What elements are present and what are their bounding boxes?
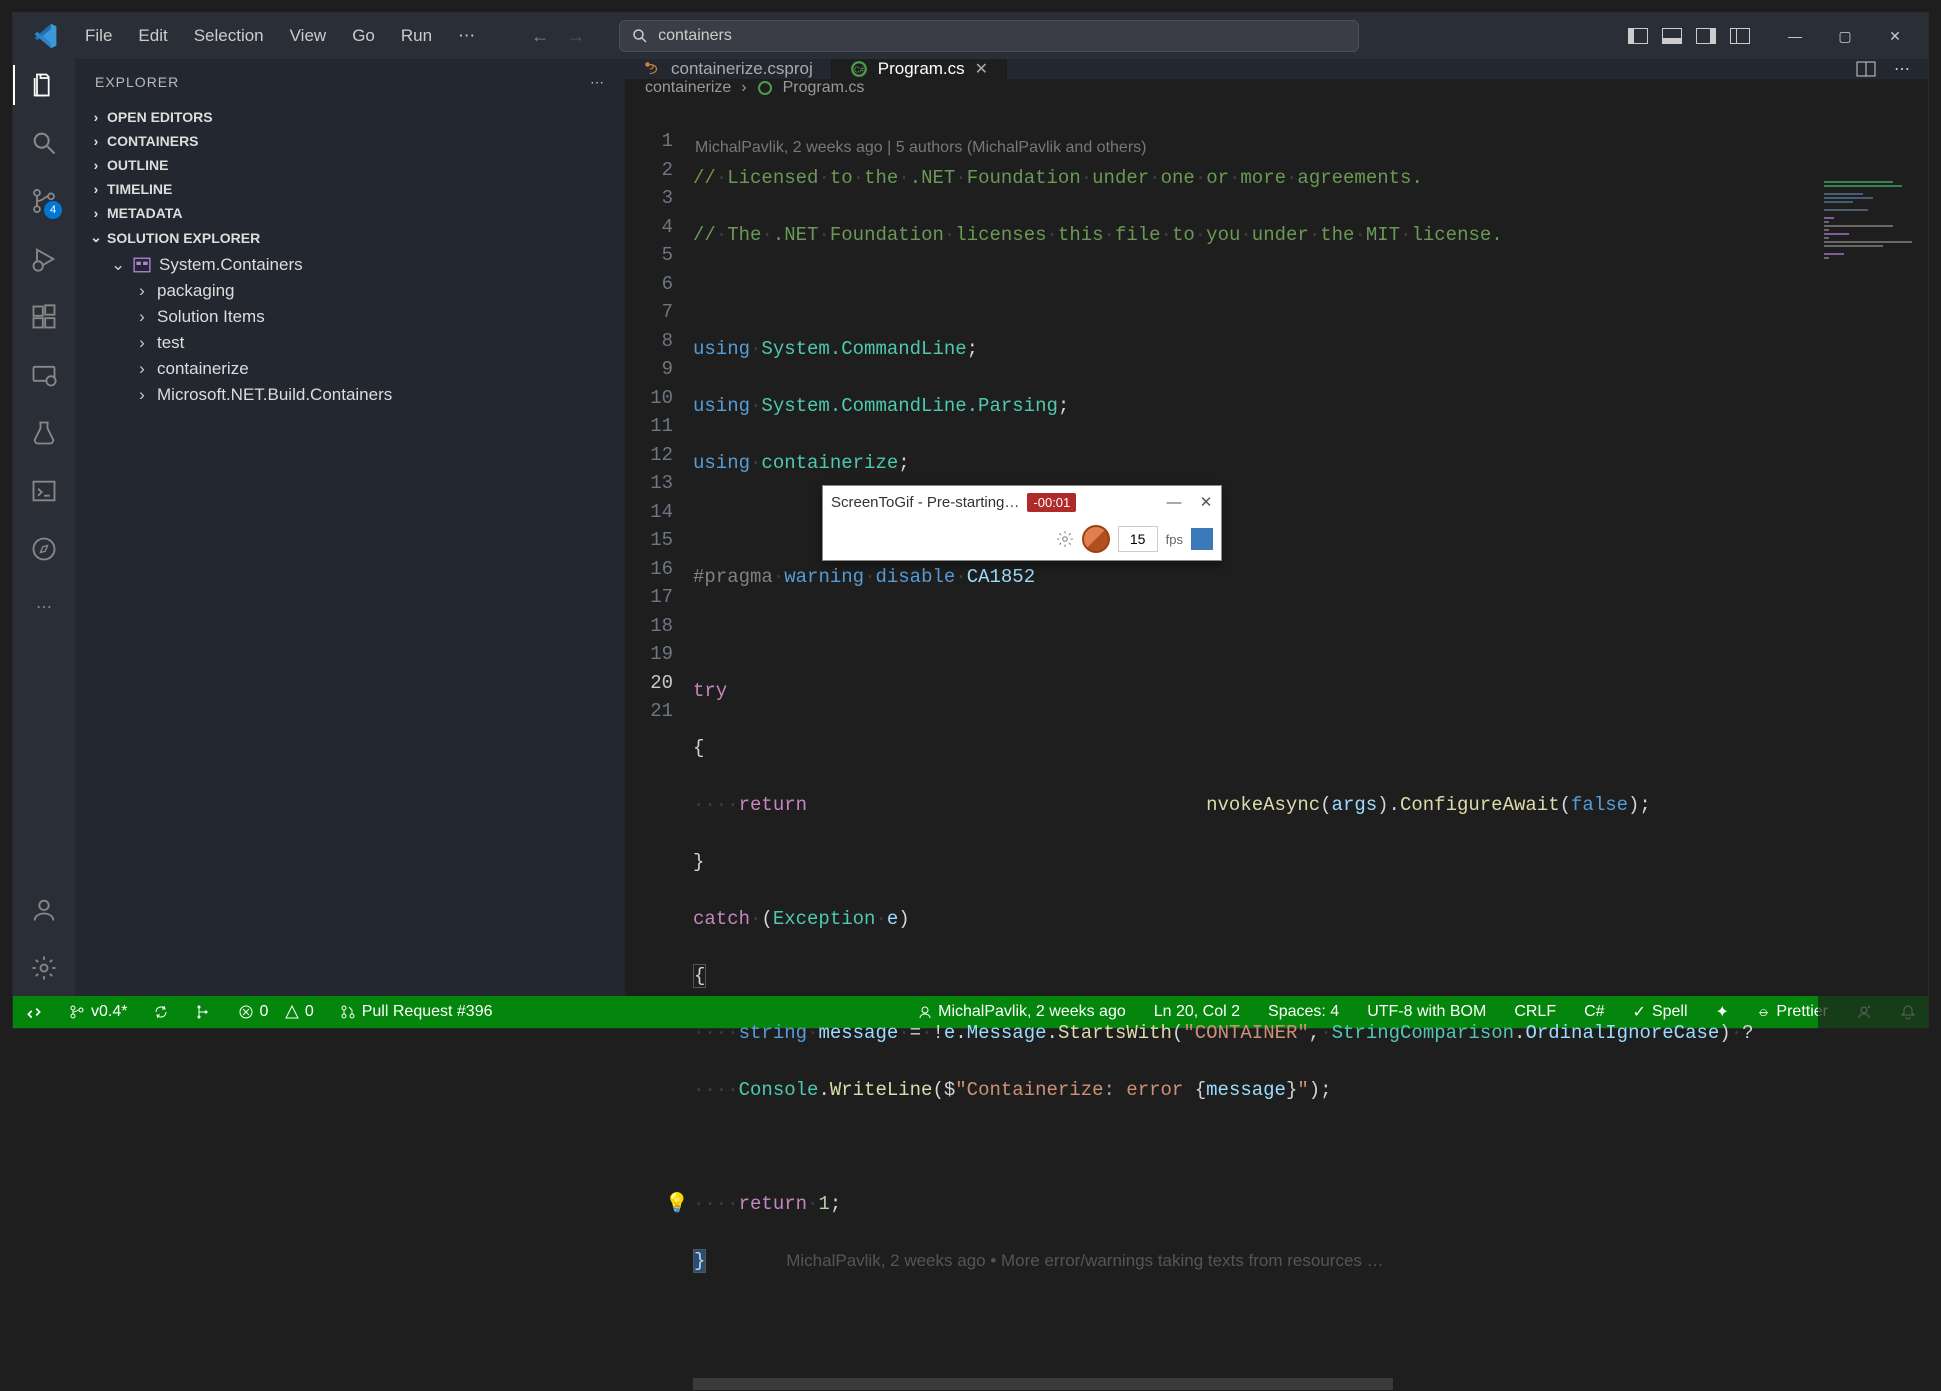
activity-extensions-icon[interactable] <box>28 301 60 333</box>
tree-item[interactable]: ›containerize <box>127 356 625 382</box>
title-bar: File Edit Selection View Go Run ⋯ ← → co… <box>13 13 1928 59</box>
screentogif-window[interactable]: ScreenToGif - Pre-starting… -00:01 ― ✕ f… <box>822 485 1222 561</box>
overlay-color-swatch[interactable] <box>1191 528 1213 550</box>
vscode-logo-icon <box>31 22 59 50</box>
tab-containerize-csproj[interactable]: containerize.csproj <box>625 59 832 79</box>
main-menu: File Edit Selection View Go Run ⋯ <box>73 20 487 52</box>
menu-selection[interactable]: Selection <box>182 20 276 52</box>
search-value: containers <box>658 27 732 45</box>
activity-accounts-icon[interactable] <box>28 894 60 926</box>
menu-file[interactable]: File <box>73 20 124 52</box>
overlay-minimize-button[interactable]: ― <box>1163 491 1185 513</box>
tab-close-icon[interactable]: ✕ <box>975 59 988 79</box>
tree-item[interactable]: ›packaging <box>127 278 625 304</box>
overlay-fps-input[interactable] <box>1118 526 1158 552</box>
menu-view[interactable]: View <box>278 20 339 52</box>
menu-edit[interactable]: Edit <box>126 20 179 52</box>
tree-item[interactable]: ›test <box>127 330 625 356</box>
status-graph[interactable] <box>191 1004 217 1020</box>
overlay-timer: -00:01 <box>1027 493 1076 512</box>
activity-search-icon[interactable] <box>28 127 60 159</box>
activity-compass-icon[interactable] <box>28 533 60 565</box>
overlay-title: ScreenToGif - Pre-starting… <box>831 494 1019 511</box>
tree-item[interactable]: ›Microsoft.NET.Build.Containers <box>127 382 625 408</box>
editor-body[interactable]: 1 2 3 4 5 6 7 8 9 10 11 12 13 14 15 16 1 <box>625 97 1928 1390</box>
explorer-title: EXPLORER <box>95 74 179 90</box>
remote-indicator[interactable] <box>21 1003 47 1021</box>
toggle-secondary-sidebar-icon[interactable] <box>1696 28 1716 44</box>
solution-root[interactable]: ⌄ System.Containers <box>103 252 625 278</box>
code-content[interactable]: MichalPavlik, 2 weeks ago | 5 authors (M… <box>693 97 1928 1390</box>
toggle-primary-sidebar-icon[interactable] <box>1628 28 1648 44</box>
menu-run[interactable]: Run <box>389 20 444 52</box>
activity-scm-icon[interactable]: 4 <box>28 185 60 217</box>
horizontal-scrollbar[interactable] <box>693 1378 1818 1390</box>
overlay-close-button[interactable]: ✕ <box>1195 491 1217 513</box>
svg-text:C#: C# <box>854 65 865 74</box>
command-center[interactable]: containers <box>619 20 1359 52</box>
section-metadata[interactable]: ›METADATA <box>75 201 625 225</box>
window-maximize-button[interactable]: ▢ <box>1820 13 1870 59</box>
minimap[interactable] <box>1818 175 1928 1390</box>
breadcrumb[interactable]: containerize› Program.cs <box>625 79 1928 97</box>
nav-arrows: ← → <box>531 26 585 47</box>
menu-overflow[interactable]: ⋯ <box>446 20 487 52</box>
activity-overflow-icon[interactable]: ⋯ <box>28 591 60 623</box>
activity-settings-icon[interactable] <box>28 952 60 984</box>
status-branch[interactable]: v0.4* <box>65 1003 131 1021</box>
explorer-more-icon[interactable]: ⋯ <box>590 74 605 91</box>
codelens[interactable]: MichalPavlik, 2 weeks ago | 5 authors (M… <box>693 134 1928 163</box>
nav-back-icon[interactable]: ← <box>531 26 549 47</box>
overlay-fps-label: fps <box>1166 532 1183 547</box>
inline-blame: MichalPavlik, 2 weeks ago • More error/w… <box>786 1251 1383 1270</box>
solution-icon <box>133 256 151 274</box>
editor-tabs: containerize.csproj C# Program.cs ✕ ⋯ <box>625 59 1928 79</box>
activity-bar: 4 ⋯ <box>13 59 75 996</box>
section-outline[interactable]: ›OUTLINE <box>75 153 625 177</box>
tree-item[interactable]: ›Solution Items <box>127 304 625 330</box>
window-minimize-button[interactable]: ― <box>1770 13 1820 59</box>
status-problems[interactable]: 0 0 <box>235 1003 317 1021</box>
scm-badge: 4 <box>44 201 62 219</box>
activity-debug-icon[interactable] <box>28 243 60 275</box>
editor-more-icon[interactable]: ⋯ <box>1894 59 1910 79</box>
activity-explorer-icon[interactable] <box>28 69 60 101</box>
activity-remote-icon[interactable] <box>28 359 60 391</box>
overlay-settings-icon[interactable] <box>1056 530 1074 548</box>
explorer-sidebar: EXPLORER ⋯ ›OPEN EDITORS ›CONTAINERS ›OU… <box>75 59 625 996</box>
activity-testing-icon[interactable] <box>28 417 60 449</box>
status-pull-request[interactable]: Pull Request #396 <box>336 1003 497 1021</box>
lightbulb-icon[interactable]: 💡 <box>665 1190 689 1219</box>
search-icon <box>632 28 648 44</box>
editor-group: containerize.csproj C# Program.cs ✕ ⋯ co… <box>625 59 1928 996</box>
toggle-panel-icon[interactable] <box>1662 28 1682 44</box>
csharp-file-icon <box>757 80 773 96</box>
tab-program-cs[interactable]: C# Program.cs ✕ <box>832 59 1007 79</box>
section-timeline[interactable]: ›TIMELINE <box>75 177 625 201</box>
section-containers[interactable]: ›CONTAINERS <box>75 129 625 153</box>
split-editor-icon[interactable] <box>1856 60 1876 78</box>
section-open-editors[interactable]: ›OPEN EDITORS <box>75 105 625 129</box>
customize-layout-icon[interactable] <box>1730 28 1750 44</box>
csharp-file-icon: C# <box>850 60 868 78</box>
menu-go[interactable]: Go <box>340 20 387 52</box>
nav-forward-icon[interactable]: → <box>567 26 585 47</box>
status-sync[interactable] <box>149 1004 173 1020</box>
xml-file-icon <box>643 60 661 78</box>
overlay-record-button[interactable] <box>1082 525 1110 553</box>
layout-controls <box>1628 28 1750 44</box>
section-solution-explorer[interactable]: ⌄SOLUTION EXPLORER <box>75 225 625 250</box>
activity-terminal-icon[interactable] <box>28 475 60 507</box>
window-close-button[interactable]: ✕ <box>1870 13 1920 59</box>
